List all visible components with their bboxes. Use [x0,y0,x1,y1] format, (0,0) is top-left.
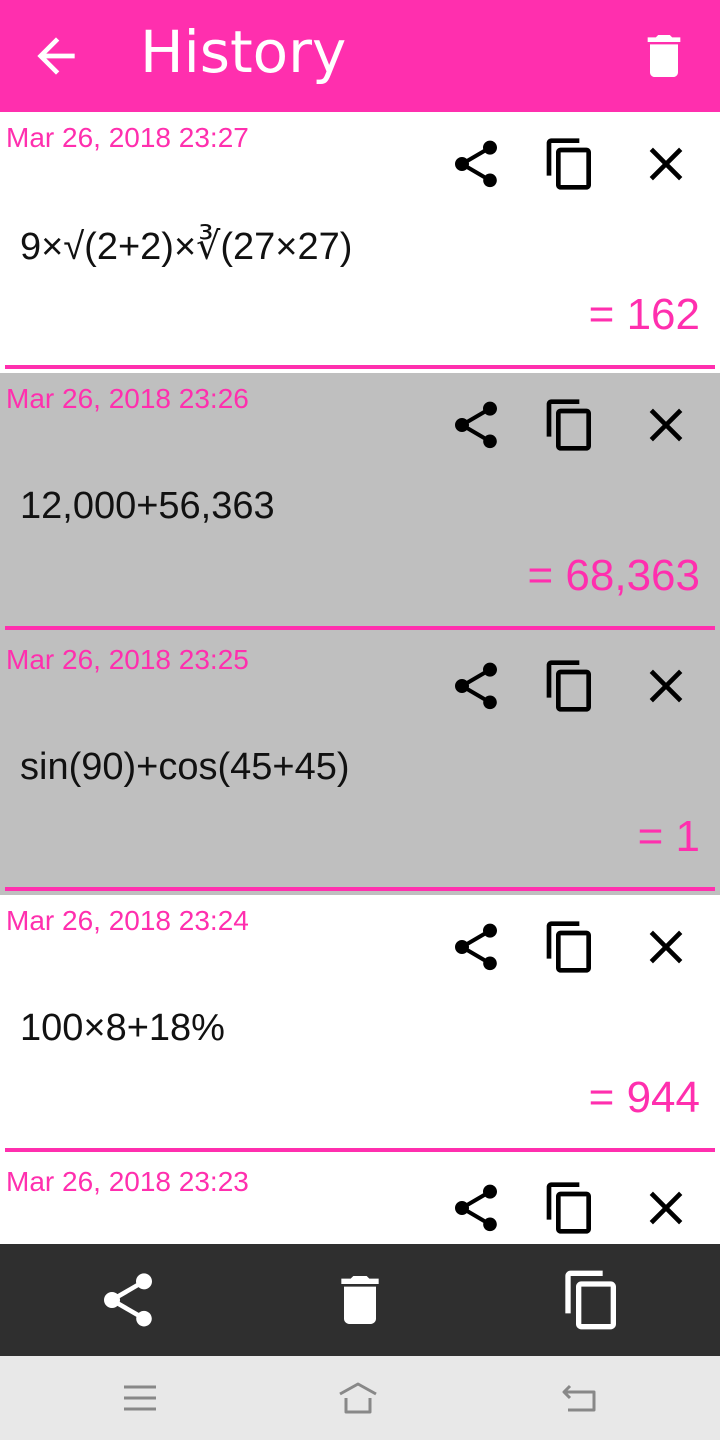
copy-icon[interactable] [542,397,598,453]
close-icon[interactable] [638,397,694,453]
close-icon[interactable] [638,658,694,714]
history-list: Mar 26, 2018 23:27 9×√(2+2)×∛(27×27) = 1… [0,112,720,1244]
history-item[interactable]: Mar 26, 2018 23:25 sin(90)+cos(45+45) = … [0,634,720,895]
copy-icon[interactable] [542,136,598,192]
history-result: = 1 [637,812,700,861]
history-result: = 68,363 [527,551,701,600]
share-icon[interactable] [448,397,504,453]
copy-icon[interactable] [542,1180,598,1236]
arrow-back-icon[interactable] [28,28,84,84]
divider [5,887,715,891]
copy-icon[interactable] [560,1268,624,1332]
history-date: Mar 26, 2018 23:25 [6,644,249,675]
share-icon[interactable] [448,1180,504,1236]
close-icon[interactable] [638,919,694,975]
system-nav-bar [0,1356,720,1440]
page-title: History [140,18,347,86]
divider [5,1148,715,1152]
menu-icon[interactable] [118,1378,162,1418]
history-date: Mar 26, 2018 23:27 [6,122,249,153]
divider [5,626,715,630]
copy-icon[interactable] [542,919,598,975]
history-item[interactable]: Mar 26, 2018 23:23 [0,1156,720,1244]
history-item[interactable]: Mar 26, 2018 23:27 9×√(2+2)×∛(27×27) = 1… [0,112,720,373]
close-icon[interactable] [638,1180,694,1236]
history-date: Mar 26, 2018 23:23 [6,1166,249,1197]
history-date: Mar 26, 2018 23:24 [6,905,249,936]
history-result: = 162 [588,290,700,339]
history-expression: sin(90)+cos(45+45) [20,746,350,788]
copy-icon[interactable] [542,658,598,714]
history-expression: 9×√(2+2)×∛(27×27) [20,226,353,268]
trash-icon[interactable] [636,24,692,88]
share-icon[interactable] [448,658,504,714]
history-date: Mar 26, 2018 23:26 [6,383,249,414]
history-item[interactable]: Mar 26, 2018 23:26 12,000+56,363 = 68,36… [0,373,720,634]
back-icon[interactable] [558,1378,602,1418]
history-item[interactable]: Mar 26, 2018 23:24 100×8+18% = 944 [0,895,720,1156]
history-result: = 944 [588,1073,700,1122]
divider [5,365,715,369]
trash-icon[interactable] [328,1268,392,1332]
share-icon[interactable] [448,919,504,975]
home-icon[interactable] [336,1378,380,1418]
bottom-action-bar [0,1244,720,1356]
share-icon[interactable] [448,136,504,192]
history-expression: 12,000+56,363 [20,485,275,527]
close-icon[interactable] [638,136,694,192]
share-icon[interactable] [96,1268,160,1332]
app-bar: History [0,0,720,112]
history-expression: 100×8+18% [20,1007,225,1049]
